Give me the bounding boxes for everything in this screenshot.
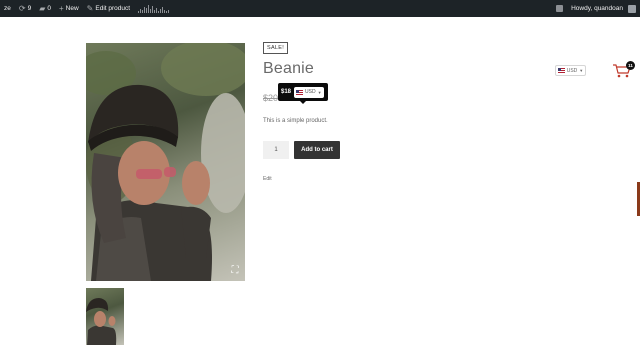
adminbar-new[interactable]: + New [55,0,83,17]
adminbar-user-greeting: Howdy, quandoan [571,5,623,12]
eye-icon: ⟳ [18,3,26,13]
adminbar-edit-product-label: Edit product [95,5,131,12]
cart-count-badge: 11 [626,61,635,70]
adminbar-notifications[interactable] [552,0,567,17]
quantity-input[interactable]: 1 [263,141,289,159]
plus-icon: + [58,3,64,13]
header-currency-code: USD [566,67,578,74]
add-to-cart-button[interactable]: Add to cart [294,141,340,159]
edit-link[interactable]: Edit [263,176,272,182]
avatar [628,4,636,13]
adminbar-site-link[interactable]: ze [0,0,15,17]
us-flag-icon [557,68,565,73]
adminbar-site-label: ze [4,5,11,12]
adminbar-edit-product[interactable]: ✎ Edit product [83,0,134,17]
price-currency-tooltip: $18 USD ▼ [278,83,328,101]
notification-icon [556,5,564,12]
tooltip-currency-code: USD [305,89,316,95]
chevron-down-icon: ▼ [579,68,584,73]
adminbar-views-count: 9 [27,5,32,12]
comment-icon: ▰ [39,3,46,13]
product-short-description: This is a simple product. [263,118,328,124]
sale-price: $18 [281,89,292,95]
us-flag-icon [296,89,304,95]
adminbar-comments[interactable]: ▰ 0 [35,0,55,17]
thumbnail-photo [86,298,117,345]
sale-badge: SALE! [263,42,289,54]
product-main-image[interactable]: ⛶ [86,43,245,281]
adminbar-views[interactable]: ⟳ 9 [15,0,35,17]
zoom-icon[interactable]: ⛶ [230,266,240,276]
pencil-icon: ✎ [86,3,94,13]
adminbar-stats-sparkline[interactable] [134,4,173,13]
product-thumbnail[interactable] [86,288,124,345]
old-price: $20 [263,93,279,103]
header-currency-select[interactable]: USD ▼ [555,65,586,76]
admin-bar: ze ⟳ 9 ▰ 0 + New ✎ Edit product Howdy, q… [0,0,640,17]
product-title: Beanie [263,60,315,77]
tooltip-arrow [299,100,307,104]
product-photo [86,43,245,281]
adminbar-new-label: New [65,5,79,12]
chevron-down-icon: ▼ [317,89,322,95]
adminbar-account[interactable]: Howdy, quandoan [567,0,640,17]
tooltip-currency-select[interactable]: USD ▼ [294,86,324,98]
adminbar-comments-count: 0 [47,5,51,12]
